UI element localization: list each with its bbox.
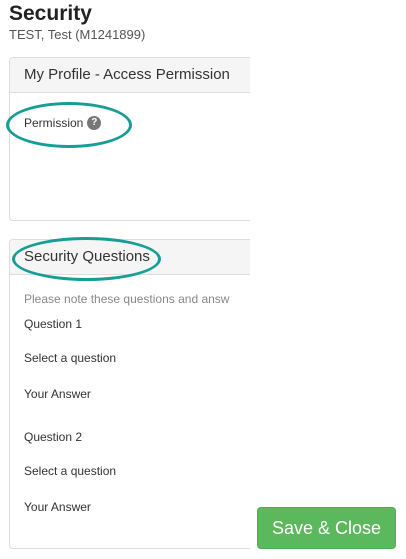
permission-label: Permission (24, 116, 84, 130)
question-1-label: Question 1 (24, 317, 83, 331)
permission-row: Permission ? (24, 116, 102, 130)
page-title: Security (9, 2, 92, 25)
security-questions-panel: Security Questions Please note these que… (9, 239, 250, 549)
security-questions-heading: Security Questions (10, 240, 250, 275)
question-2-answer-input[interactable]: Your Answer (24, 500, 91, 514)
question-2-select[interactable]: Select a question (24, 464, 116, 478)
save-and-close-button[interactable]: Save & Close (257, 507, 396, 549)
question-1-select[interactable]: Select a question (24, 351, 116, 365)
access-permission-heading: My Profile - Access Permission (10, 58, 250, 93)
question-2-label: Question 2 (24, 430, 83, 444)
security-note: Please note these questions and answ (24, 292, 230, 306)
user-subtitle: TEST, Test (M1241899) (9, 27, 146, 42)
question-1-answer-input[interactable]: Your Answer (24, 387, 91, 401)
access-permission-panel: My Profile - Access Permission Permissio… (9, 57, 250, 221)
help-icon[interactable]: ? (87, 116, 102, 130)
